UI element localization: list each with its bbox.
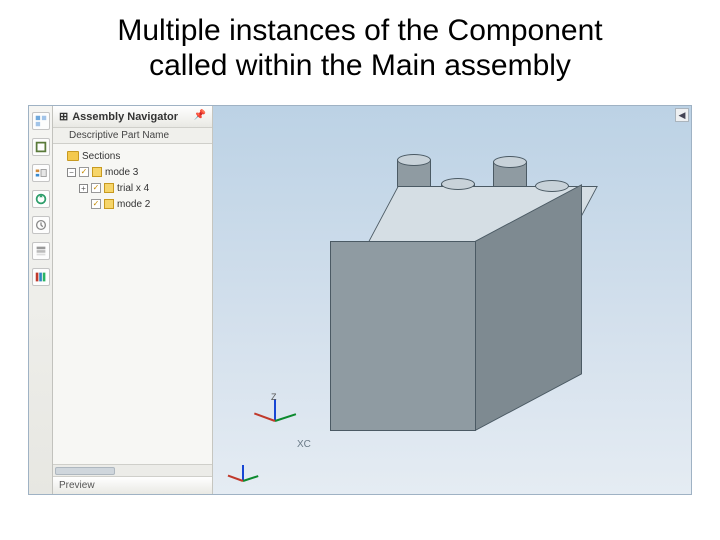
tree-row-child[interactable]: + ✓ trial x 4 xyxy=(57,180,208,196)
y-axis xyxy=(275,413,297,422)
x-axis xyxy=(228,475,244,482)
title-line-2: called within the Main assembly xyxy=(149,49,571,82)
checkbox[interactable]: ✓ xyxy=(79,167,89,177)
assembly-tree: Sections − ✓ mode 3 + ✓ trial x 4 ✓ xyxy=(53,144,212,464)
assembly-icon xyxy=(92,167,102,177)
z-axis xyxy=(274,399,276,421)
pin-icon[interactable]: 📌 xyxy=(194,110,206,121)
navigator-header: ⊞ Assembly Navigator 📌 xyxy=(53,106,212,128)
y-axis xyxy=(243,475,259,482)
tree-label: mode 2 xyxy=(117,199,150,210)
collapse-icon[interactable]: − xyxy=(67,168,76,177)
block-front-face[interactable] xyxy=(330,241,476,431)
part-icon xyxy=(104,183,114,193)
checkbox[interactable]: ✓ xyxy=(91,199,101,209)
expand-icon[interactable]: + xyxy=(79,184,88,193)
tree-row-child[interactable]: ✓ mode 2 xyxy=(57,196,208,212)
x-axis xyxy=(254,413,275,422)
cad-application-window: ⊞ Assembly Navigator 📌 Descriptive Part … xyxy=(28,105,692,495)
reuse-library-icon[interactable] xyxy=(32,190,50,208)
wcs-triad[interactable]: Z xyxy=(249,394,301,446)
slide: Multiple instances of the Component call… xyxy=(0,0,720,540)
layers-icon[interactable] xyxy=(32,242,50,260)
scrollbar-thumb[interactable] xyxy=(55,467,115,475)
tree-label: Sections xyxy=(82,151,120,162)
tree-label: mode 3 xyxy=(105,167,138,178)
slide-title: Multiple instances of the Component call… xyxy=(0,0,720,89)
constraint-navigator-icon[interactable] xyxy=(32,138,50,156)
checkbox[interactable]: ✓ xyxy=(91,183,101,193)
tree-label: trial x 4 xyxy=(117,183,149,194)
part-navigator-icon[interactable] xyxy=(32,164,50,182)
resource-bar xyxy=(29,106,53,494)
part-icon xyxy=(104,199,114,209)
view-triad[interactable] xyxy=(217,454,253,490)
assembly-navigator-icon[interactable] xyxy=(32,112,50,130)
title-line-1: Multiple instances of the Component xyxy=(117,14,602,47)
model-assembly[interactable] xyxy=(363,186,603,426)
collapse-viewport-button[interactable]: ◀ xyxy=(675,108,689,122)
history-icon[interactable] xyxy=(32,216,50,234)
roles-icon[interactable] xyxy=(32,268,50,286)
xc-label: XC xyxy=(297,439,311,450)
tree-row-sections[interactable]: Sections xyxy=(57,148,208,164)
folder-icon xyxy=(67,151,79,161)
3d-viewport[interactable]: ◀ Z XC xyxy=(213,106,691,494)
navigator-title: Assembly Navigator xyxy=(72,111,178,123)
column-header[interactable]: Descriptive Part Name xyxy=(53,128,212,144)
tree-row-root[interactable]: − ✓ mode 3 xyxy=(57,164,208,180)
horizontal-scrollbar[interactable] xyxy=(53,464,212,476)
z-label: Z xyxy=(271,392,277,402)
assembly-navigator-panel: ⊞ Assembly Navigator 📌 Descriptive Part … xyxy=(53,106,213,494)
preview-header[interactable]: Preview xyxy=(53,476,212,494)
